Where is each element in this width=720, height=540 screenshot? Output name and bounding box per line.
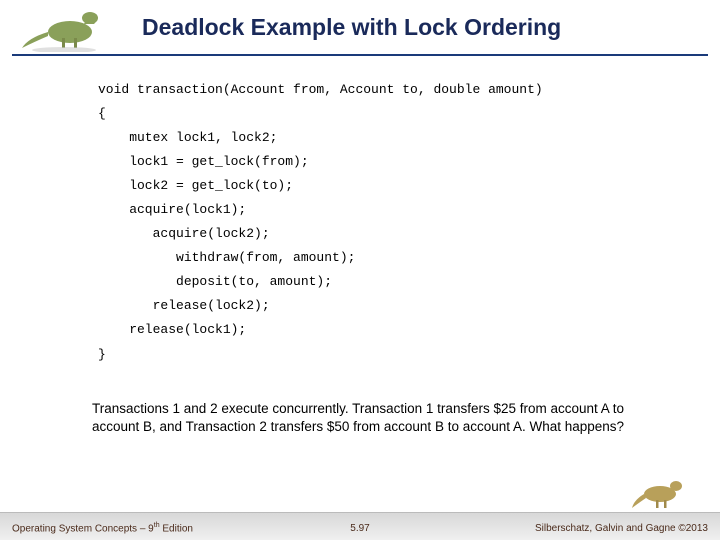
code-line: lock2 = get_lock(to);	[98, 178, 293, 193]
page-number: 5.97	[350, 523, 369, 534]
code-line: {	[98, 106, 106, 121]
code-line: }	[98, 347, 106, 362]
code-line: mutex lock1, lock2;	[98, 130, 277, 145]
code-line: acquire(lock2);	[98, 226, 270, 241]
code-line: lock1 = get_lock(from);	[98, 154, 309, 169]
footer-right-text: Silberschatz, Galvin and Gagne ©2013	[535, 523, 708, 534]
code-line: acquire(lock1);	[98, 202, 246, 217]
code-line: release(lock2);	[98, 298, 270, 313]
dinosaur-icon	[18, 2, 110, 52]
body-paragraph: Transactions 1 and 2 execute concurrentl…	[92, 400, 642, 436]
dinosaur-small-icon	[632, 474, 692, 510]
code-line: withdraw(from, amount);	[98, 250, 355, 265]
code-line: deposit(to, amount);	[98, 274, 332, 289]
slide-title: Deadlock Example with Lock Ordering	[142, 14, 561, 41]
code-line: void transaction(Account from, Account t…	[98, 82, 543, 97]
code-line: release(lock1);	[98, 322, 246, 337]
footer-left-text: Operating System Concepts – 9th Edition	[12, 522, 193, 534]
code-block: void transaction(Account from, Account t…	[98, 78, 543, 367]
footer-bar: Operating System Concepts – 9th Edition …	[0, 512, 720, 540]
